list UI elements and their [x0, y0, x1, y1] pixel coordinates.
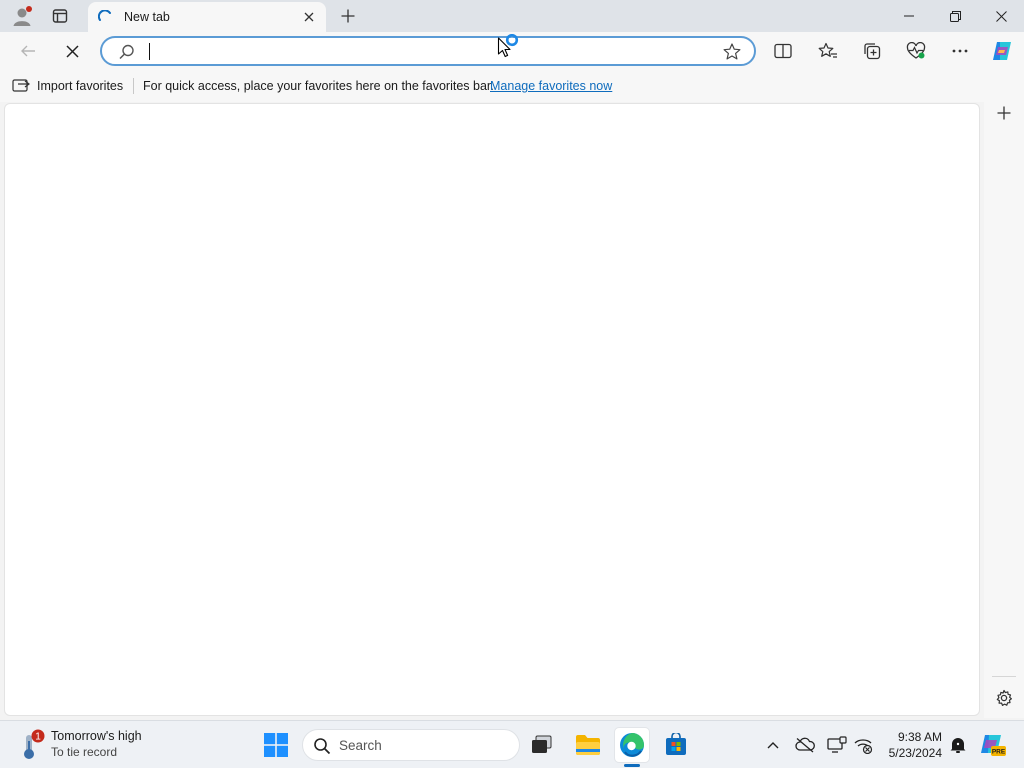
weather-widget[interactable]: 1 Tomorrow's high To tie record — [18, 727, 168, 763]
start-button[interactable] — [258, 727, 294, 763]
copilot-preview-icon: PRE — [981, 735, 1006, 756]
taskbar: 1 Tomorrow's high To tie record Search 9… — [0, 720, 1024, 768]
loading-spinner-icon — [98, 10, 111, 21]
taskbar-clock[interactable]: 9:38 AM 5/23/2024 — [876, 729, 942, 761]
restore-icon — [949, 10, 961, 22]
stop-loading-button[interactable] — [57, 36, 87, 66]
tab-actions-button[interactable] — [46, 3, 74, 29]
edge-sidebar — [984, 102, 1024, 718]
onedrive-tray-button[interactable] — [793, 733, 817, 757]
active-app-indicator — [624, 764, 640, 767]
plus-icon — [341, 9, 355, 23]
monitor-icon — [827, 736, 847, 753]
stop-icon — [65, 44, 79, 58]
more-icon — [952, 49, 968, 53]
text-caret — [149, 43, 150, 60]
store-icon — [666, 733, 686, 755]
file-explorer-button[interactable] — [570, 727, 606, 763]
title-bar: New tab — [0, 0, 1024, 32]
back-button[interactable] — [13, 36, 43, 66]
close-icon — [304, 12, 314, 22]
thermometer-icon: 1 — [24, 729, 45, 759]
edge-icon — [620, 733, 644, 757]
chevron-up-icon — [767, 742, 779, 749]
network-tray-button[interactable] — [851, 733, 875, 757]
mouse-cursor-busy-icon — [497, 34, 519, 58]
profile-button[interactable] — [8, 3, 36, 29]
restore-button[interactable] — [932, 0, 978, 32]
favorites-bar: Import favorites For quick access, place… — [0, 70, 1024, 102]
close-icon — [995, 10, 1007, 22]
notification-bell-icon — [950, 738, 966, 753]
favorites-icon — [818, 42, 837, 58]
close-window-button[interactable] — [978, 0, 1024, 32]
tab-title: New tab — [124, 10, 170, 24]
clock-date: 5/23/2024 — [888, 746, 942, 760]
copilot-icon — [993, 42, 1011, 60]
favorites-divider — [133, 78, 134, 94]
task-view-button[interactable] — [524, 727, 560, 763]
profile-icon — [13, 6, 32, 26]
minimize-icon — [904, 15, 914, 17]
cloud-offline-icon — [795, 737, 815, 753]
collections-icon — [864, 43, 881, 60]
clock-time: 9:38 AM — [897, 730, 942, 744]
import-favorites-label: Import favorites — [37, 79, 124, 93]
search-icon — [314, 738, 331, 755]
performance-button[interactable] — [901, 36, 931, 66]
sidebar-settings-button[interactable] — [990, 684, 1018, 712]
taskbar-search-box[interactable]: Search — [302, 729, 520, 761]
favorites-bar-message: For quick access, place your favorites h… — [143, 79, 494, 93]
manage-favorites-link[interactable]: Manage favorites now — [490, 79, 612, 93]
tab-actions-icon — [52, 9, 68, 23]
weather-title: Tomorrow's high — [51, 729, 142, 743]
show-hidden-icons-button[interactable] — [761, 733, 785, 757]
page-content — [4, 103, 980, 716]
display-tray-button[interactable] — [825, 733, 849, 757]
copilot-taskbar-button[interactable]: PRE — [974, 727, 1012, 763]
new-tab-button[interactable] — [334, 3, 362, 29]
split-screen-button[interactable] — [768, 36, 798, 66]
sidebar-add-button[interactable] — [990, 99, 1018, 127]
task-view-icon — [532, 735, 552, 753]
svg-text:PRE: PRE — [992, 749, 1006, 756]
collections-button[interactable] — [857, 36, 887, 66]
tab-close-button[interactable] — [300, 8, 318, 26]
heartbeat-icon — [906, 42, 926, 59]
sidebar-divider — [992, 676, 1016, 677]
weather-subtitle: To tie record — [51, 745, 118, 759]
taskbar-search-label: Search — [339, 738, 382, 753]
favorites-button[interactable] — [813, 36, 843, 66]
gear-icon — [996, 689, 1012, 706]
address-input[interactable] — [148, 42, 708, 62]
notifications-button[interactable] — [946, 733, 970, 757]
tab-new-tab[interactable]: New tab — [88, 2, 326, 32]
minimize-button[interactable] — [886, 0, 932, 32]
weather-badge: 1 — [35, 732, 41, 743]
plus-icon — [997, 106, 1011, 120]
copilot-button[interactable] — [987, 36, 1017, 66]
back-arrow-icon — [21, 45, 35, 57]
windows-logo-icon — [264, 733, 288, 757]
address-bar[interactable] — [100, 36, 756, 66]
split-screen-icon — [774, 43, 792, 59]
network-disconnected-icon — [854, 739, 873, 754]
more-options-button[interactable] — [945, 36, 975, 66]
import-favorites-icon — [12, 79, 30, 92]
import-favorites-button[interactable]: Import favorites — [12, 76, 123, 96]
microsoft-store-button[interactable] — [658, 727, 694, 763]
star-icon[interactable] — [722, 42, 742, 62]
edge-taskbar-button[interactable] — [614, 727, 650, 763]
search-icon — [119, 44, 134, 60]
folder-icon — [576, 735, 600, 755]
